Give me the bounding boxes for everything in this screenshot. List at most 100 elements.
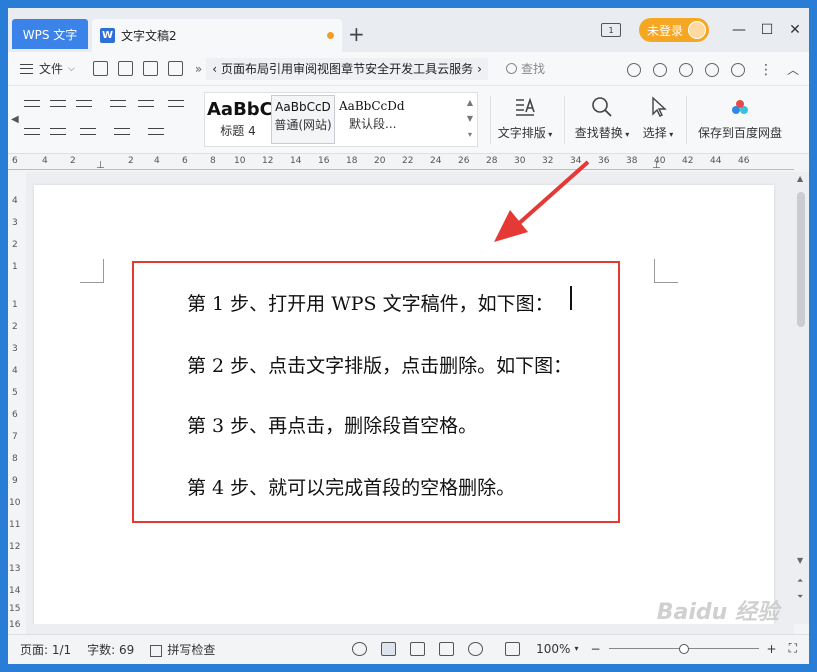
close-button[interactable]: ✕: [781, 22, 809, 38]
print-preview-icon[interactable]: [167, 61, 183, 76]
menu-tab-review[interactable]: 审阅: [293, 60, 317, 77]
menu-tab-page-layout[interactable]: 页面布局: [221, 60, 269, 77]
more-quick-tools-icon[interactable]: »: [195, 62, 202, 76]
fullscreen-icon[interactable]: ⛶: [789, 641, 797, 656]
save-to-baidu-button[interactable]: 保存到百度网盘: [692, 96, 788, 141]
settings-gear-icon[interactable]: [730, 62, 745, 77]
style-name: 普通(网站): [274, 118, 332, 132]
document-canvas[interactable]: 第 1 步、打开用 WPS 文字稿件，如下图： 第 2 步、点击文字排版，点击删…: [26, 172, 794, 624]
ruler-label: 44: [710, 156, 722, 166]
ribbon-toolbar: ◀ AaBbC 标题 4 AaBbCcD 普通(网站) AaBbCcDd 默认段…: [8, 86, 809, 154]
save-icon[interactable]: [92, 61, 108, 76]
outline-view-icon[interactable]: [410, 641, 426, 656]
document-line[interactable]: 第 4 步、就可以完成首段的空格删除。: [187, 473, 515, 500]
menu-scroll-left-icon[interactable]: ‹: [212, 62, 217, 76]
document-line[interactable]: 第 2 步、点击文字排版，点击删除。如下图：: [187, 351, 572, 378]
shading-icon[interactable]: [114, 126, 130, 138]
ruler-label: 8: [12, 454, 18, 464]
sort-icon[interactable]: [110, 98, 126, 110]
file-menu-button[interactable]: 文件 ⌵: [20, 60, 75, 77]
horizontal-ruler[interactable]: 6 4 2 2 4 6 8 10 12 14 16 18 20 22 24 26…: [8, 154, 794, 172]
comment-icon[interactable]: [678, 62, 693, 77]
cloud-sync-icon[interactable]: [626, 62, 641, 77]
border-icon[interactable]: [148, 126, 164, 138]
align-justify-icon[interactable]: [24, 126, 40, 138]
document-line[interactable]: 第 3 步、再点击，删除段首空格。: [187, 411, 477, 438]
show-marks-icon[interactable]: [138, 98, 154, 110]
menu-tab-view[interactable]: 视图: [317, 60, 341, 77]
cursor-arrow-icon: [652, 96, 667, 117]
select-button[interactable]: 选择 ▾: [638, 96, 678, 141]
menu-tab-chapter[interactable]: 章节: [341, 60, 365, 77]
next-page-icon[interactable]: ⏷: [797, 592, 803, 602]
indent-increase-icon[interactable]: [50, 98, 66, 110]
style-normal-web[interactable]: AaBbCcD 普通(网站): [271, 95, 335, 144]
ruler-label: 10: [234, 156, 246, 166]
menu-tab-cloud[interactable]: 云服务: [437, 60, 473, 77]
zoom-slider-knob[interactable]: [678, 643, 689, 654]
style-default-paragraph[interactable]: AaBbCcDd 默认段...: [337, 95, 461, 144]
export-pdf-icon[interactable]: [117, 61, 133, 76]
ribbon-scroll-left-icon[interactable]: ◀: [11, 114, 19, 125]
word-count[interactable]: 字数: 69: [87, 641, 134, 658]
scroll-up-icon[interactable]: ▲: [797, 174, 803, 183]
find-replace-button[interactable]: 查找替换 ▾: [572, 96, 632, 141]
search-label: 查找: [520, 62, 545, 76]
scrollbar-thumb[interactable]: [797, 192, 805, 327]
ruler-label: 14: [9, 586, 21, 596]
right-indent-marker-icon[interactable]: ⊥: [652, 160, 661, 171]
vertical-scrollbar[interactable]: ▲ ▼ ⏶ ⏷: [794, 172, 809, 624]
tab-document[interactable]: W 文字文稿2: [92, 19, 342, 52]
style-heading-4[interactable]: AaBbC 标题 4: [207, 95, 273, 144]
document-page[interactable]: 第 1 步、打开用 WPS 文字稿件，如下图： 第 2 步、点击文字排版，点击删…: [34, 185, 774, 624]
menu-tab-developer[interactable]: 开发工具: [389, 60, 437, 77]
zoom-level[interactable]: 100%: [536, 642, 570, 656]
distribute-icon[interactable]: [50, 126, 66, 138]
page-count[interactable]: 页面: 1/1: [20, 641, 71, 658]
maximize-button[interactable]: ☐: [753, 22, 781, 38]
new-tab-button[interactable]: +: [348, 24, 365, 44]
fit-page-icon[interactable]: [505, 641, 521, 656]
scroll-down-icon[interactable]: ▼: [797, 556, 803, 565]
zoom-slider[interactable]: [608, 643, 759, 655]
ruler-label: 34: [570, 156, 582, 166]
menu-scroll-right-icon[interactable]: ›: [477, 62, 482, 76]
web-view-icon[interactable]: [468, 641, 484, 656]
menu-tab-references[interactable]: 引用: [269, 60, 293, 77]
ruler-label: 18: [346, 156, 358, 166]
collapse-ribbon-icon[interactable]: ︿: [787, 61, 799, 78]
vertical-ruler[interactable]: 4 3 2 1 1 2 3 4 5 6 7 8 9 10 11 12 13 14…: [8, 184, 26, 630]
eye-protection-icon[interactable]: [352, 641, 368, 656]
ruler-label: 6: [12, 156, 18, 166]
document-line[interactable]: 第 1 步、打开用 WPS 文字稿件，如下图：: [187, 289, 554, 316]
search-button[interactable]: 查找: [505, 60, 545, 77]
share-icon[interactable]: [704, 62, 719, 77]
ribbon-separator: [686, 96, 687, 144]
text-layout-button[interactable]: 文字排版 ▾: [494, 96, 556, 141]
ruler-label: 3: [12, 344, 18, 354]
reading-view-icon[interactable]: [439, 641, 455, 656]
bullet-list-icon[interactable]: [24, 98, 40, 110]
minimize-button[interactable]: —: [725, 22, 753, 38]
zoom-in-button[interactable]: +: [767, 642, 777, 656]
print-icon[interactable]: [142, 61, 158, 76]
line-spacing-icon[interactable]: [80, 126, 96, 138]
tab-wps-home[interactable]: WPS 文字: [12, 19, 88, 49]
zoom-out-button[interactable]: −: [590, 642, 600, 656]
more-options-icon[interactable]: ⋮: [759, 62, 773, 78]
spellcheck-button[interactable]: 拼写检查: [150, 641, 215, 658]
login-button[interactable]: 未登录: [638, 18, 709, 42]
window-layout-icon[interactable]: 1: [600, 23, 621, 37]
collaborate-icon[interactable]: [652, 62, 667, 77]
ruler-label: 10: [9, 498, 21, 508]
style-gallery-scroll[interactable]: ▲ ▼ ▾: [465, 95, 475, 143]
page-view-icon[interactable]: [381, 641, 397, 656]
chinese-layout-icon[interactable]: [76, 98, 92, 110]
zoom-dropdown-icon[interactable]: ▾: [574, 644, 578, 653]
baidu-watermark: Baidu 经验: [656, 600, 779, 625]
left-indent-marker-icon[interactable]: ⊥: [96, 160, 105, 171]
prev-page-icon[interactable]: ⏶: [797, 576, 803, 586]
menu-tab-security[interactable]: 安全: [365, 60, 389, 77]
ruler-toggle-icon[interactable]: [168, 98, 184, 110]
margin-corner-mark: [654, 259, 678, 283]
